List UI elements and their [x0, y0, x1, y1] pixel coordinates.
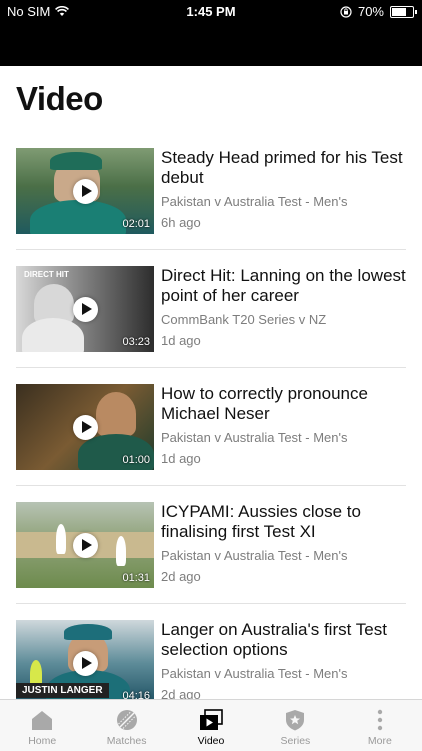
- tab-label: Home: [28, 735, 57, 747]
- thumbnail-shirt: [22, 318, 84, 352]
- video-time-ago: 1d ago: [161, 451, 201, 466]
- battery-percent: 70%: [357, 4, 384, 19]
- shield-icon: [286, 710, 305, 731]
- video-tag: DIRECT HIT: [24, 270, 69, 279]
- divider: [16, 249, 406, 250]
- thumbnail-cap: [50, 152, 102, 170]
- thumbnail-cap: [64, 624, 112, 640]
- play-icon[interactable]: [73, 415, 98, 440]
- video-series: Pakistan v Australia Test - Men's: [161, 194, 348, 209]
- thumbnail-player: [56, 524, 66, 554]
- tab-label: Video: [197, 735, 225, 747]
- video-duration: 02:01: [122, 218, 150, 230]
- play-icon[interactable]: [73, 297, 98, 322]
- video-thumbnail[interactable]: DIRECT HIT 03:23: [16, 266, 154, 352]
- video-time-ago: 1d ago: [161, 333, 201, 348]
- battery-icon: [390, 5, 417, 18]
- video-list: 02:01 Steady Head primed for his Test de…: [0, 148, 422, 738]
- video-series: CommBank T20 Series v NZ: [161, 312, 327, 327]
- page-title: Video: [16, 80, 103, 117]
- tab-series[interactable]: Series: [253, 700, 337, 751]
- video-list-item[interactable]: 01:31 ICYPAMI: Aussies close to finalisi…: [0, 502, 422, 620]
- video-icon: [200, 709, 223, 730]
- status-bar: No SIM 1:45 PM 70%: [0, 0, 422, 66]
- video-title[interactable]: ICYPAMI: Aussies close to finalising fir…: [161, 502, 406, 542]
- tab-label: More: [367, 735, 392, 747]
- more-icon: [377, 709, 383, 731]
- status-right: 70%: [340, 4, 417, 19]
- divider: [16, 367, 406, 368]
- thumbnail-shirt: [30, 200, 126, 234]
- video-thumbnail[interactable]: 02:01: [16, 148, 154, 234]
- play-icon[interactable]: [73, 533, 98, 558]
- video-duration: 01:00: [122, 454, 150, 466]
- tab-label: Series: [280, 735, 311, 747]
- tab-home[interactable]: Home: [0, 700, 84, 751]
- video-list-item[interactable]: 02:01 Steady Head primed for his Test de…: [0, 148, 422, 266]
- video-duration: 01:31: [122, 572, 150, 584]
- home-icon: [32, 711, 53, 730]
- tab-label: Matches: [106, 735, 147, 747]
- thumbnail-figure: [96, 392, 136, 436]
- video-time-ago: 2d ago: [161, 569, 201, 584]
- video-thumbnail[interactable]: 01:31: [16, 502, 154, 588]
- battery-level: [392, 7, 406, 16]
- video-series: Pakistan v Australia Test - Men's: [161, 548, 348, 563]
- video-list-item[interactable]: 01:00 How to correctly pronounce Michael…: [0, 384, 422, 502]
- divider: [16, 485, 406, 486]
- tab-bar: Home Matches Video Series More: [0, 699, 422, 751]
- video-time-ago: 6h ago: [161, 215, 201, 230]
- video-thumbnail[interactable]: JUSTIN LANGER 04:16: [16, 620, 154, 706]
- video-series: Pakistan v Australia Test - Men's: [161, 666, 348, 681]
- video-list-item[interactable]: DIRECT HIT 03:23 Direct Hit: Lanning on …: [0, 266, 422, 384]
- play-icon[interactable]: [73, 179, 98, 204]
- ball-icon: [116, 710, 137, 730]
- tab-video[interactable]: Video: [169, 700, 253, 751]
- divider: [16, 603, 406, 604]
- play-icon[interactable]: [73, 651, 98, 676]
- video-title[interactable]: Direct Hit: Lanning on the lowest point …: [161, 266, 406, 306]
- video-title[interactable]: Langer on Australia's first Test selecti…: [161, 620, 406, 660]
- tab-matches[interactable]: Matches: [84, 700, 168, 751]
- orientation-lock-icon: [340, 5, 352, 18]
- video-duration: 03:23: [122, 336, 150, 348]
- video-nameplate: JUSTIN LANGER: [16, 683, 109, 698]
- tab-more[interactable]: More: [338, 700, 422, 751]
- video-title[interactable]: Steady Head primed for his Test debut: [161, 148, 406, 188]
- thumbnail-player: [116, 536, 126, 566]
- video-title[interactable]: How to correctly pronounce Michael Neser: [161, 384, 406, 424]
- video-series: Pakistan v Australia Test - Men's: [161, 430, 348, 445]
- video-thumbnail[interactable]: 01:00: [16, 384, 154, 470]
